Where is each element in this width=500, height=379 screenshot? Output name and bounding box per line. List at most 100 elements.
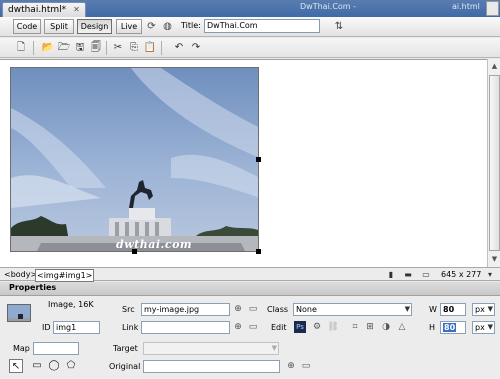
monument-photo [11, 68, 258, 251]
edit-label: Edit [271, 323, 287, 332]
polygon-hotspot-icon[interactable]: ⬠ [64, 359, 78, 373]
open-icon[interactable]: 📂 [40, 40, 56, 56]
window-scroll-button[interactable] [486, 1, 499, 16]
pointer-hotspot-icon[interactable]: ↖ [9, 359, 23, 373]
selected-image[interactable]: dwthai.com [10, 67, 259, 252]
close-icon[interactable]: ✕ [73, 3, 80, 16]
new-document-icon[interactable]: 🗋 [13, 40, 29, 56]
browse-bridge-icon[interactable]: 🗁 [56, 40, 72, 56]
brightness-contrast-icon[interactable]: ◑ [380, 321, 392, 333]
target-select[interactable]: ▼ [143, 342, 279, 355]
original-browse-folder-icon[interactable]: ▭ [300, 360, 312, 372]
browse-folder-icon[interactable]: ▭ [247, 303, 259, 315]
src-input[interactable]: my-image.jpg [141, 303, 230, 316]
class-select[interactable]: None ▼ [293, 303, 412, 316]
scroll-down-icon[interactable]: ▼ [489, 254, 500, 265]
scroll-up-icon[interactable]: ▲ [489, 61, 500, 72]
width-input[interactable]: 80 [440, 303, 466, 316]
link-label: Link [122, 323, 139, 332]
toolbar-separator [161, 41, 162, 55]
title-bar: dwthai.html* ✕ DwThai.Com - ai.html [0, 0, 500, 17]
document-tab[interactable]: dwthai.html* ✕ [2, 2, 86, 17]
crop-icon[interactable]: ⌗ [349, 321, 361, 333]
class-label: Class [267, 305, 289, 314]
map-label: Map [13, 344, 30, 353]
page-title-input[interactable]: DwThai.Com [204, 19, 320, 33]
standard-toolbar: 🗋 📂 🗁 🖫 🗐 ✂ ⎘ 📋 ↶ ↷ [0, 38, 500, 58]
vertical-scrollbar[interactable]: ▲ ▼ [487, 59, 500, 267]
properties-title: Properties [9, 283, 57, 292]
resize-handle-corner[interactable] [256, 249, 261, 254]
properties-panel-header[interactable]: Properties [0, 282, 500, 296]
height-selected-value: 80 [443, 323, 457, 332]
scroll-thumb[interactable] [489, 75, 500, 251]
browser-preview-icon[interactable]: ◍ [160, 19, 175, 34]
height-input[interactable]: 80 [440, 321, 466, 334]
window-size-readout[interactable]: 645 x 277 [441, 270, 481, 279]
image-info-label: Image, 16K [48, 300, 94, 309]
class-select-value: None [296, 305, 317, 314]
chevron-down-icon: ▼ [271, 344, 277, 352]
copy-icon[interactable]: ⎘ [126, 40, 142, 56]
original-point-to-file-icon[interactable]: ⊕ [285, 360, 297, 372]
save-icon[interactable]: 🖫 [72, 40, 88, 56]
map-name-input[interactable] [33, 342, 79, 355]
window-title: DwThai.Com - [300, 2, 357, 11]
save-all-icon[interactable]: 🗐 [88, 40, 104, 56]
chevron-down-icon: ▼ [487, 323, 493, 331]
live-view-button[interactable]: Live [116, 19, 142, 34]
circle-hotspot-icon[interactable]: ◯ [47, 359, 61, 373]
properties-panel: Image, 16K ID img1 Src my-image.jpg ⊕ ▭ … [0, 296, 500, 379]
resample-icon[interactable]: ⊞ [364, 321, 376, 333]
design-view-button[interactable]: Design [77, 19, 112, 34]
width-unit-select[interactable]: px ▼ [472, 303, 495, 316]
undo-icon[interactable]: ↶ [171, 40, 187, 56]
photoshop-icon[interactable]: Ps [294, 321, 306, 333]
id-input[interactable]: img1 [53, 321, 100, 334]
document-toolbar: Code Split Design Live ⟳ ◍ Title: DwThai… [0, 17, 500, 37]
link-point-to-file-icon[interactable]: ⊕ [232, 321, 244, 333]
resize-handle-bottom[interactable] [132, 249, 137, 254]
window-file-path: ai.html [452, 2, 480, 11]
point-to-file-icon[interactable]: ⊕ [232, 303, 244, 315]
dreamweaver-window: dwthai.html* ✕ DwThai.Com - ai.html Code… [0, 0, 500, 379]
window-size-icon[interactable]: ▭ [420, 269, 432, 280]
tag-selector-body[interactable]: <body> [4, 269, 37, 280]
rectangle-hotspot-icon[interactable]: ▭ [30, 359, 44, 373]
height-unit-select[interactable]: px ▼ [472, 321, 495, 334]
document-tab-label: dwthai.html* [8, 5, 67, 15]
cut-icon[interactable]: ✂ [110, 40, 126, 56]
sharpen-icon[interactable]: △ [396, 321, 408, 333]
toolbar-separator [106, 41, 107, 55]
resize-handle-right[interactable] [256, 157, 261, 162]
image-watermark: dwthai.com [116, 238, 193, 251]
edit-image-settings-icon[interactable]: ⚙ [311, 321, 323, 333]
target-label: Target [113, 344, 138, 353]
thumbnail-image [8, 305, 30, 321]
status-bar: <body> <img#img1> ▮ ▬ ▭ 645 x 277 ▾ [0, 267, 500, 282]
original-input[interactable] [143, 360, 280, 373]
code-view-button[interactable]: Code [13, 19, 41, 34]
live-code-icon[interactable]: ⟳ [144, 19, 159, 34]
paste-icon[interactable]: 📋 [142, 40, 158, 56]
split-view-button[interactable]: Split [44, 19, 74, 34]
height-label: H [429, 323, 436, 332]
chevron-down-icon: ▼ [404, 305, 410, 313]
id-label: ID [42, 323, 51, 332]
src-label: Src [122, 305, 135, 314]
toolbar-separator [33, 41, 34, 55]
chevron-down-icon: ▼ [487, 305, 493, 313]
tag-selector-img[interactable]: <img#img1> [35, 269, 95, 282]
zoom-tool-icon[interactable]: ▬ [402, 269, 414, 280]
width-unit-value: px [475, 305, 485, 314]
link-browse-folder-icon[interactable]: ▭ [247, 321, 259, 333]
dropdown-icon[interactable]: ▾ [484, 269, 496, 280]
redo-icon[interactable]: ↷ [188, 40, 204, 56]
file-management-icon[interactable]: ⇅ [330, 19, 348, 34]
update-from-original-icon[interactable]: ⛓ [327, 321, 339, 333]
select-tool-icon[interactable]: ▮ [385, 269, 397, 280]
link-input[interactable] [141, 321, 230, 334]
title-label: Title: [181, 21, 201, 30]
original-label: Original [109, 362, 141, 371]
width-label: W [429, 305, 437, 314]
